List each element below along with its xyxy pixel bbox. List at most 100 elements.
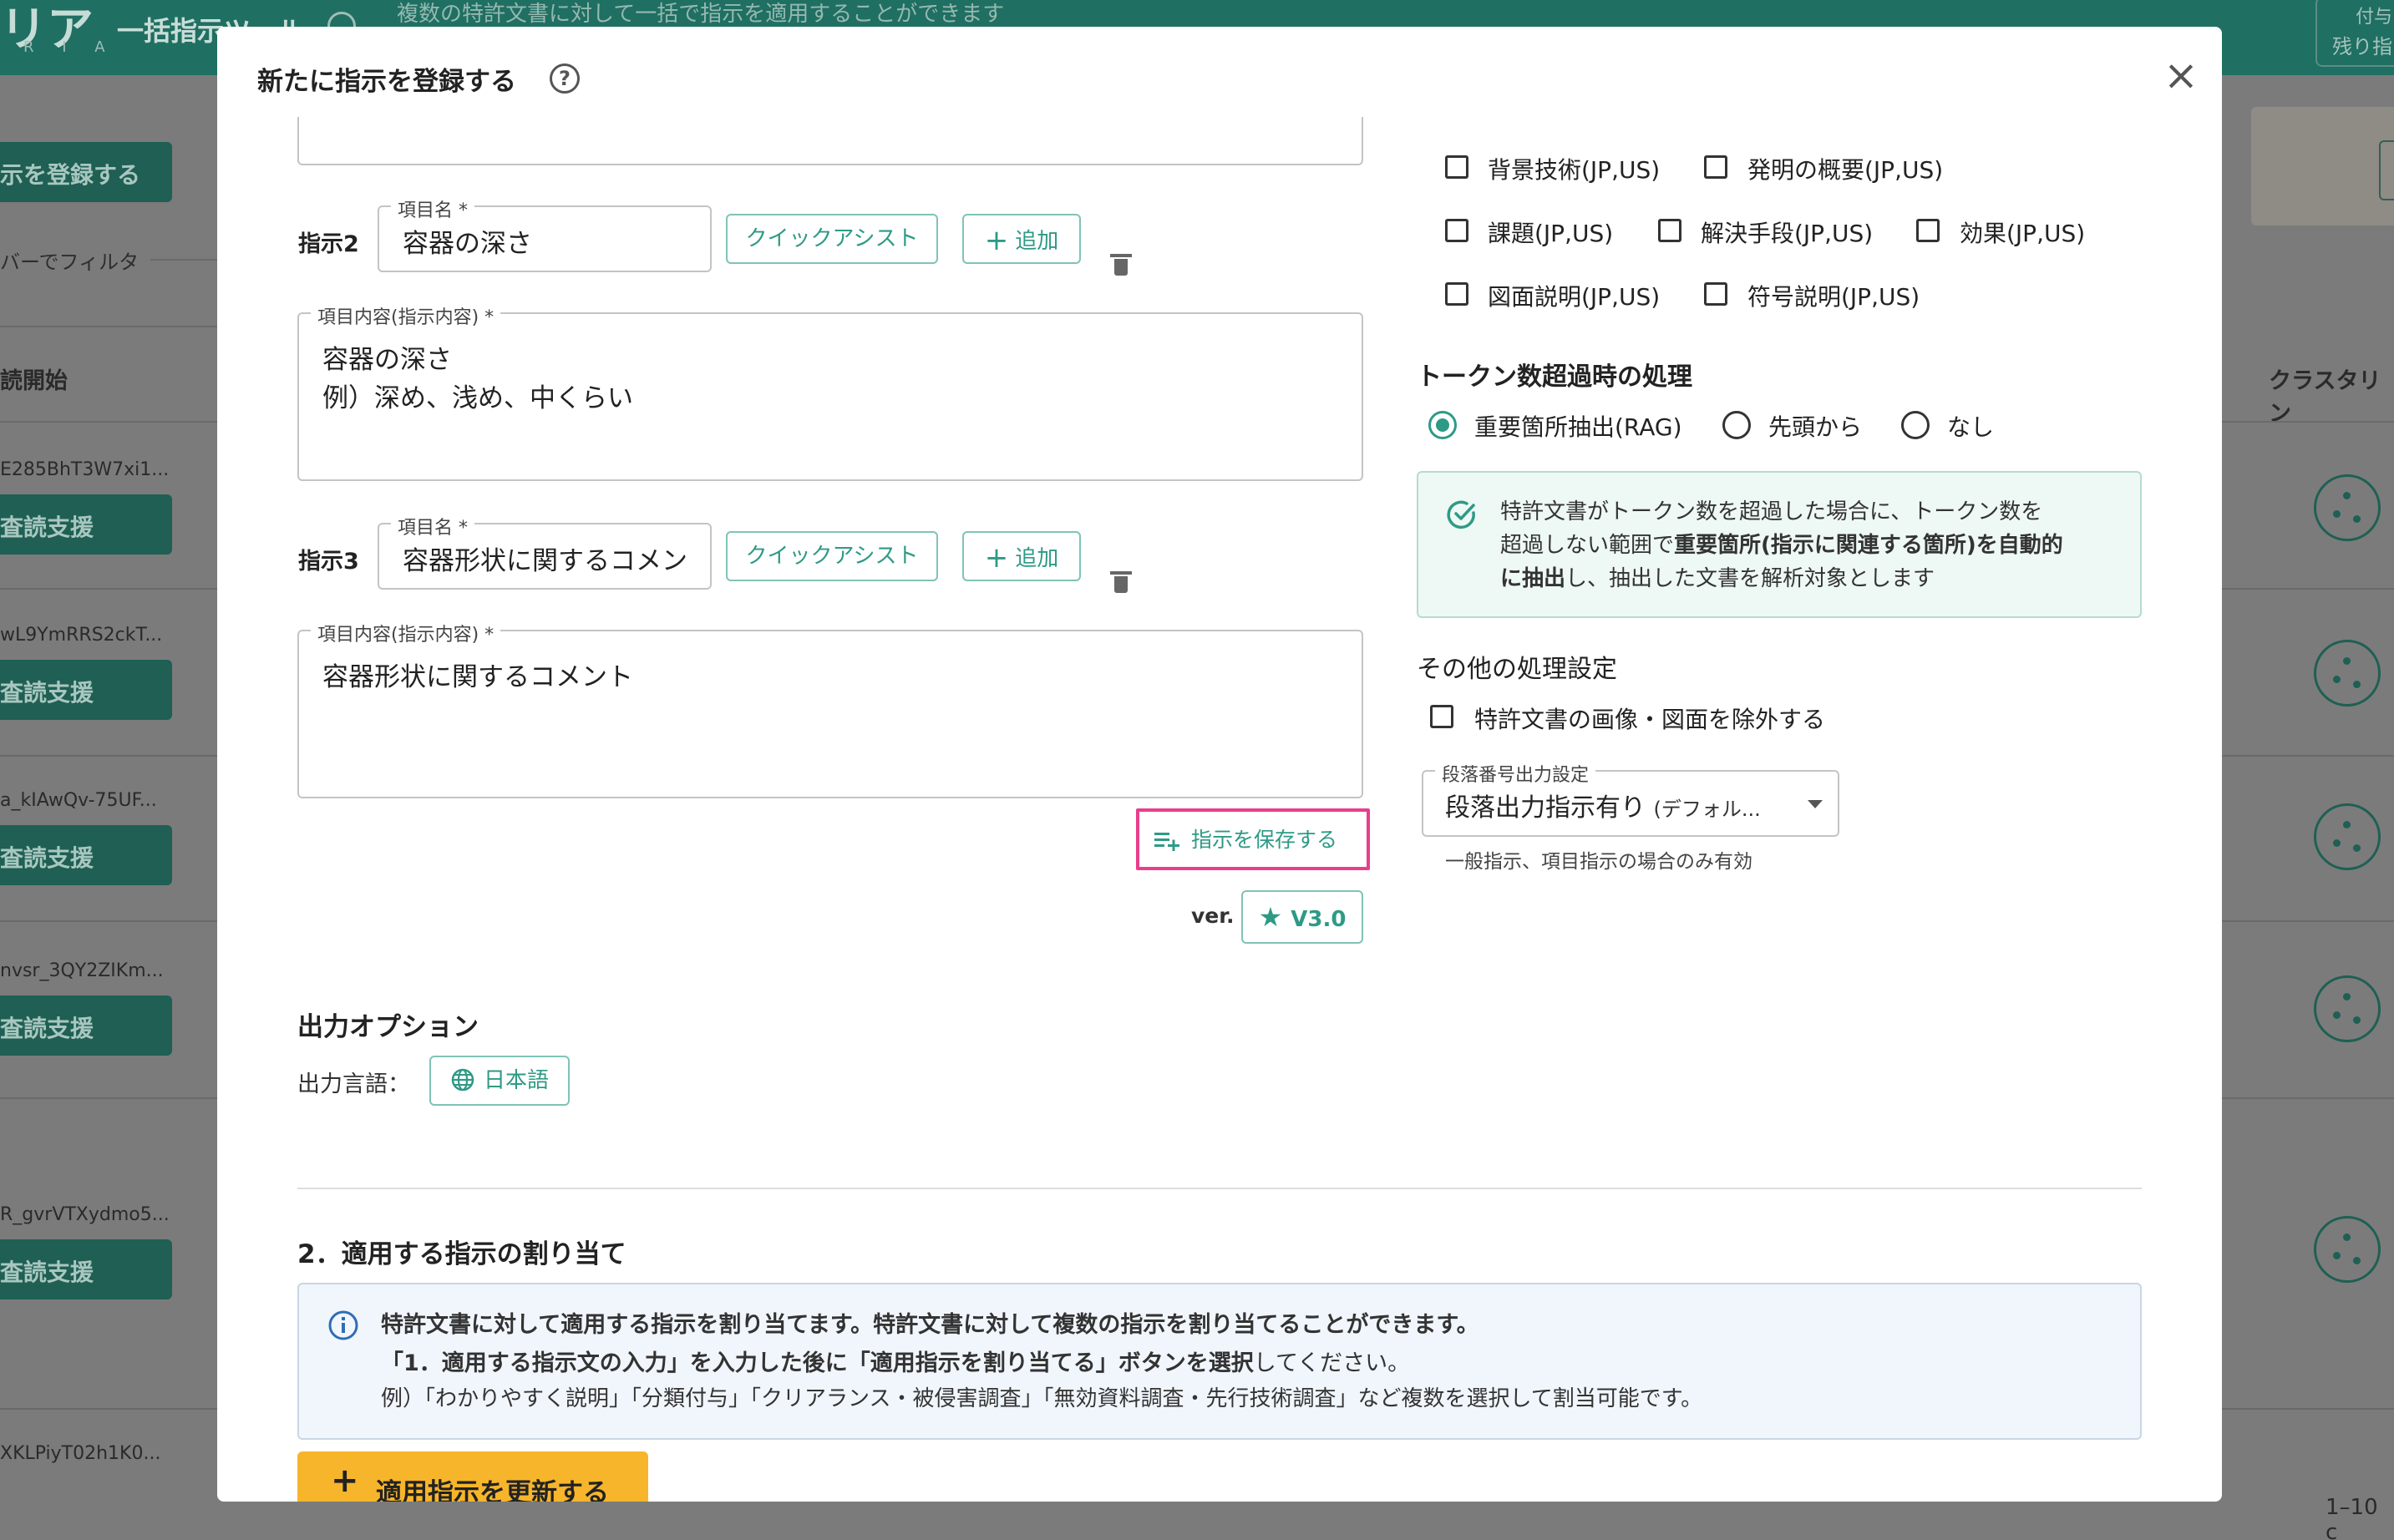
radio-label: 先頭から: [1768, 413, 1863, 441]
radio-none[interactable]: [1901, 411, 1930, 439]
version-button[interactable]: ★ V3.0: [1241, 890, 1363, 944]
info-line-3-text: し、抽出した文書を解析対象とします: [1565, 566, 1935, 591]
add-button-label: 追加: [1015, 546, 1059, 571]
checkbox-label: 特許文書の画像・図面を除外する: [1474, 706, 1826, 733]
instruction-3-name-value: 容器形状に関するコメン: [403, 546, 687, 576]
assignment-info: 特許文書に対して適用する指示を割り当てます。特許文書に対して複数の指示を割り当て…: [297, 1283, 2142, 1440]
paragraph-output-value: 段落出力指示有り (デフォル...: [1445, 787, 1761, 823]
info-line-2-text: 超過しない範囲で: [1500, 533, 1675, 558]
add-button[interactable]: + 追加: [962, 214, 1081, 264]
update-assignment-button[interactable]: + 適用指示を更新する: [297, 1451, 648, 1502]
checkbox-label: 符号説明(JP,US): [1747, 283, 1920, 311]
assignment-info-line-2-bold: 「1．適用する指示文の入力」を入力した後に「適用指示を割り当てる」ボタンを選択: [381, 1350, 1254, 1376]
checkbox-label: 図面説明(JP,US): [1488, 283, 1661, 311]
instruction-2-label: 指示2: [298, 231, 359, 257]
token-overflow-heading: トークン数超過時の処理: [1417, 362, 1692, 392]
delete-icon[interactable]: [1110, 254, 1132, 276]
output-language-label: 出力言語：: [297, 1071, 410, 1097]
checkbox-label: 解決手段(JP,US): [1701, 220, 1874, 247]
review-support-button[interactable]: 査読支援: [0, 995, 172, 1056]
modal-title: 新たに指示を登録する: [257, 67, 516, 97]
plus-icon: +: [331, 1461, 359, 1500]
quick-assist-button[interactable]: クイックアシスト: [726, 531, 938, 581]
save-instruction-label: 指示を保存する: [1191, 828, 1338, 852]
column-header-left: 読開始: [0, 368, 68, 394]
info-line-2-bold: 重要箇所(指示に関連する箇所)を自動的: [1674, 533, 2063, 558]
checkbox-label: 課題(JP,US): [1488, 220, 1614, 247]
globe-icon: [451, 1068, 474, 1091]
token-overflow-info: 特許文書がトークン数を超過した場合に、トークン数を 超過しない範囲で重要箇所(指…: [1417, 471, 2142, 618]
instruction-3-content-field[interactable]: 項目内容(指示内容) * 容器形状に関するコメント: [297, 620, 1363, 798]
radio-label: なし: [1947, 413, 1995, 441]
row-id: wL9YmRRS2ckT...: [0, 625, 163, 646]
instruction-3-label: 指示3: [298, 549, 359, 575]
filter-divider: [150, 259, 217, 261]
add-button[interactable]: + 追加: [962, 531, 1081, 581]
cluster-icon[interactable]: [2314, 1216, 2381, 1283]
row-id: XKLPiyT02h1K0...: [0, 1443, 161, 1464]
instruction-3-content-value: 容器形状に関するコメント: [322, 662, 633, 692]
row-id: E285BhT3W7xi1...: [0, 459, 170, 480]
assignment-heading: 2．適用する指示の割り当て: [297, 1239, 626, 1269]
review-support-button[interactable]: 査読支援: [0, 825, 172, 885]
radio-from-beginning[interactable]: [1722, 411, 1751, 439]
review-support-button[interactable]: 査読支援: [0, 1239, 172, 1299]
checkbox-problem[interactable]: [1445, 219, 1468, 242]
star-icon: ★: [1258, 901, 1283, 933]
quick-assist-button[interactable]: クイックアシスト: [726, 214, 938, 264]
delete-icon[interactable]: [1110, 571, 1132, 593]
radio-rag[interactable]: [1428, 411, 1457, 439]
assignment-info-line-2-text: してください。: [1253, 1350, 1411, 1376]
version-value: V3.0: [1291, 907, 1347, 932]
version-label: ver.: [1191, 904, 1235, 928]
app-logo-sub: R I A: [23, 38, 117, 56]
paragraph-output-suffix: (デフォル...: [1653, 798, 1761, 821]
checkbox-drawing-description[interactable]: [1445, 282, 1468, 306]
close-icon[interactable]: ×: [2158, 52, 2204, 99]
field-label: 項目名 *: [391, 195, 474, 222]
info-line-3: に抽出し、抽出した文書を解析対象とします: [1500, 561, 1935, 592]
instruction-2-content-field[interactable]: 項目内容(指示内容) * 容器の深さ 例）深め、浅め、中くらい: [297, 302, 1363, 481]
checkbox-reference-signs[interactable]: [1704, 282, 1727, 306]
cluster-icon[interactable]: [2314, 803, 2381, 870]
save-instruction-button[interactable]: 指示を保存する: [1154, 823, 1337, 857]
field-label: 段落番号出力設定: [1435, 760, 1596, 787]
output-language-button[interactable]: 日本語: [429, 1056, 570, 1106]
instruction-1-content-field[interactable]: [297, 117, 1363, 165]
playlist-add-icon: [1154, 833, 1179, 852]
review-support-button[interactable]: 査読支援: [0, 660, 172, 720]
review-support-button[interactable]: 査読支援: [0, 494, 172, 555]
paragraph-output-select[interactable]: 段落番号出力設定 段落出力指示有り (デフォル...: [1422, 760, 1839, 837]
table-top-divider: [0, 326, 217, 327]
instruction-3-name-field[interactable]: 項目名 * 容器形状に関するコメン: [378, 513, 712, 590]
instruction-2-name-value: 容器の深さ: [403, 229, 532, 259]
field-label: 項目内容(指示内容) *: [311, 620, 501, 646]
info-line-1: 特許文書がトークン数を超過した場合に、トークン数を: [1500, 499, 2043, 524]
assignment-info-line-3: 例）「わかりやすく説明」「分類付与」「クリアランス・被侵害調査」「無効資料調査・…: [381, 1386, 1703, 1411]
cluster-icon[interactable]: [2314, 640, 2381, 707]
checkbox-background-art[interactable]: [1445, 155, 1468, 179]
output-options-heading: 出力オプション: [297, 1012, 479, 1042]
other-settings-heading: その他の処理設定: [1417, 655, 1617, 684]
check-circle-icon: [1447, 500, 1475, 529]
cluster-icon[interactable]: [2314, 975, 2381, 1042]
section-divider: [297, 1188, 2142, 1189]
checkbox-label: 背景技術(JP,US): [1488, 156, 1661, 184]
info-icon: [328, 1310, 358, 1340]
checkbox-summary[interactable]: [1704, 155, 1727, 179]
row-id: R_gvrVTXydmo5...: [0, 1204, 170, 1225]
checkbox-exclude-images[interactable]: [1430, 705, 1453, 728]
register-instruction-modal: 新たに指示を登録する ? × 指示2 項目名 * 容器の深さ クイックアシスト …: [217, 27, 2222, 1502]
side-panel: [2251, 107, 2394, 225]
quota-box: 付与 残り指: [2315, 0, 2394, 67]
checkbox-solution[interactable]: [1658, 219, 1681, 242]
register-instruction-button[interactable]: 示を登録する: [0, 142, 172, 202]
cluster-icon[interactable]: [2314, 474, 2381, 541]
instruction-2-name-field[interactable]: 項目名 * 容器の深さ: [378, 195, 712, 272]
checkbox-effect[interactable]: [1916, 219, 1940, 242]
checkbox-label: 効果(JP,US): [1960, 220, 2086, 247]
side-tab[interactable]: [2379, 140, 2394, 200]
column-header-right: クラスタリン: [2269, 368, 2381, 427]
help-icon[interactable]: ?: [550, 63, 580, 94]
tool-subtitle: 複数の特許文書に対して一括で指示を適用することができます: [397, 2, 1005, 27]
